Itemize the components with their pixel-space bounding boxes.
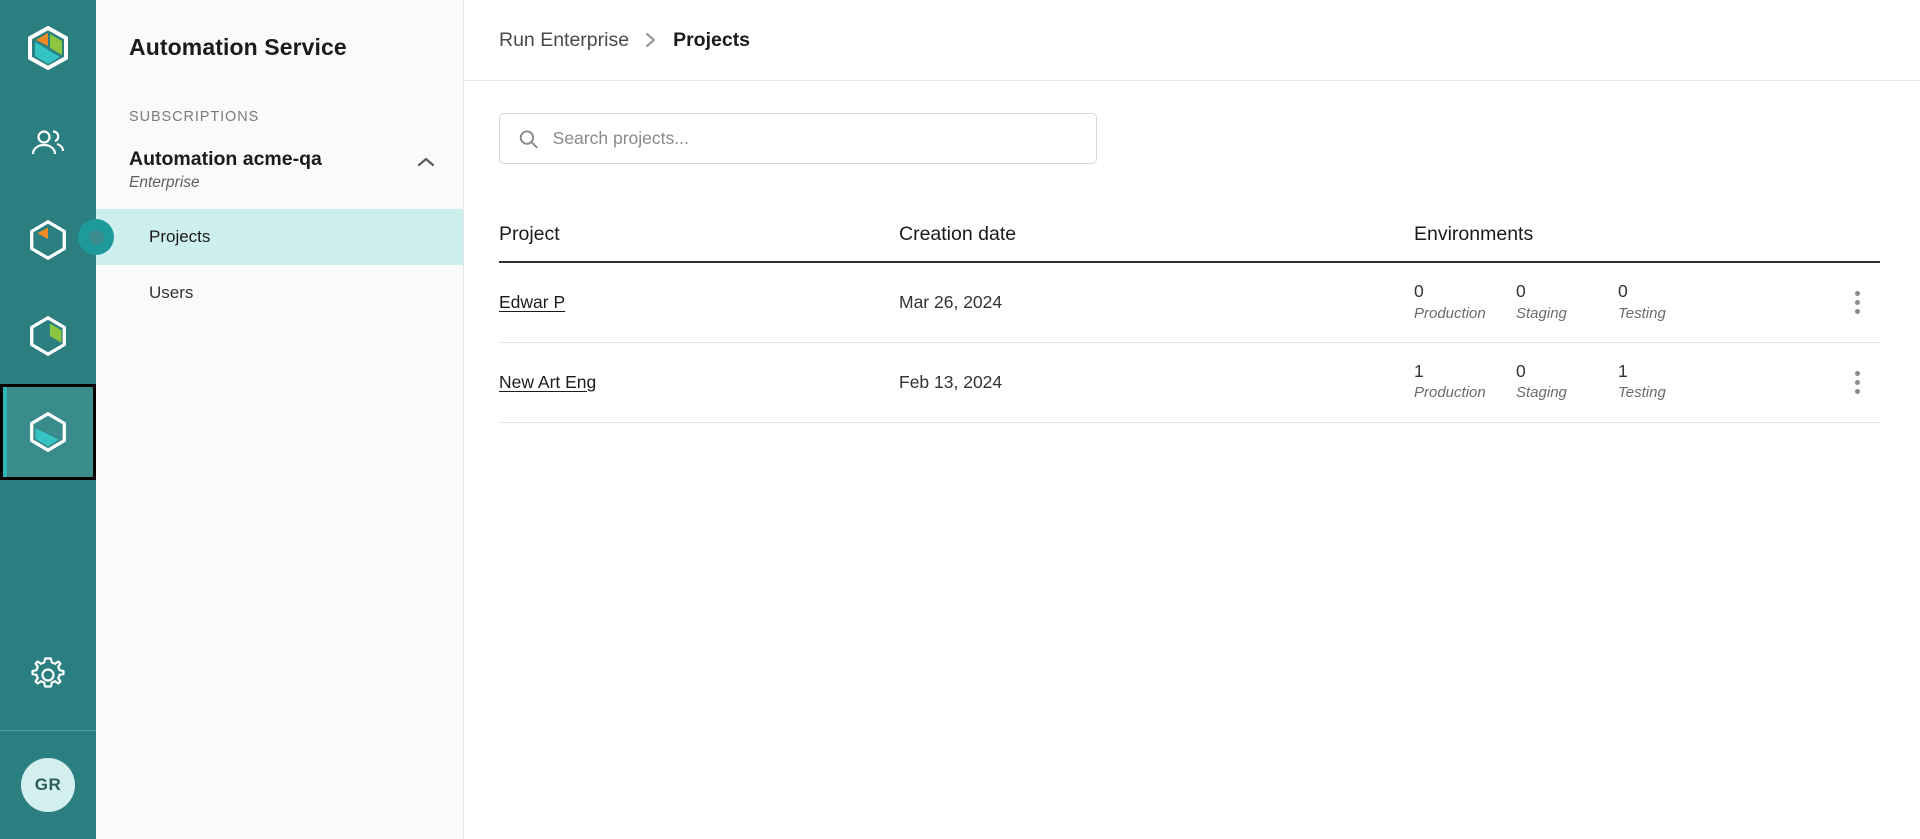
sidebar-item-projects[interactable]: Projects (78, 209, 463, 266)
kebab-dot (1854, 379, 1860, 385)
table-header-row: Project Creation date Environments (499, 223, 1880, 263)
content-inner: Project Creation date Environments Edwar… (464, 81, 1920, 423)
rail-item-list (0, 96, 96, 480)
environment-testing: 1 Testing (1618, 361, 1720, 402)
environment-label: Production (1414, 384, 1486, 402)
environment-production: 0 Production (1414, 282, 1516, 322)
search-icon (519, 129, 538, 148)
kebab-menu-icon[interactable] (1834, 370, 1880, 394)
settings-button[interactable] (0, 620, 96, 730)
kebab-dot (1854, 370, 1860, 376)
table-header: Project Creation date Environments (499, 223, 1880, 263)
app-root: GR Automation Service SUBSCRIPTIONS Auto… (0, 0, 1920, 839)
collapse-toggle[interactable] (417, 155, 435, 173)
secondary-nav: Automation Service SUBSCRIPTIONS Automat… (78, 0, 464, 839)
cell-creation-date: Mar 26, 2024 (899, 262, 1414, 343)
environment-count: 0 (1516, 361, 1526, 382)
main-content: Run Enterprise Projects Search projects.… (464, 0, 1920, 839)
kebab-menu-icon[interactable] (1834, 290, 1880, 314)
cell-creation-date: Feb 13, 2024 (899, 342, 1414, 423)
environment-count: 1 (1618, 361, 1628, 382)
kebab-dot (1854, 299, 1860, 305)
active-indicator-icon (78, 219, 114, 256)
cell-environments: 0 Production 0 Staging 0 Testing (1414, 262, 1834, 343)
column-header-creation-date: Creation date (899, 223, 1414, 263)
environment-testing: 0 Testing (1618, 282, 1720, 322)
hexagon-green-icon (30, 315, 66, 357)
kebab-dot (1854, 308, 1860, 314)
subscription-text: Automation acme-qa Enterprise (129, 147, 322, 192)
content-area: Project Creation date Environments Edwar… (464, 81, 1920, 423)
project-link[interactable]: Edwar P (499, 292, 565, 312)
environment-list: 1 Production 0 Staging 1 Testing (1414, 361, 1834, 402)
environment-count: 0 (1516, 281, 1526, 302)
environment-staging: 0 Staging (1516, 282, 1618, 322)
sidebar-item-label: Users (149, 283, 194, 303)
chevron-right-icon (645, 32, 656, 48)
nav-link-list: Projects Users (78, 209, 463, 321)
environment-count: 0 (1414, 281, 1424, 302)
cell-project: Edwar P (499, 262, 899, 343)
rail-item-automation-service[interactable] (0, 384, 96, 480)
table-row: Edwar P Mar 26, 2024 0 Production 0 Stag… (499, 262, 1880, 343)
column-header-project: Project (499, 223, 899, 263)
breadcrumb-parent[interactable]: Run Enterprise (499, 29, 629, 52)
environment-staging: 0 Staging (1516, 361, 1618, 402)
avatar[interactable]: GR (21, 758, 75, 812)
cell-row-menu (1834, 262, 1880, 343)
table-body: Edwar P Mar 26, 2024 0 Production 0 Stag… (499, 262, 1880, 423)
environment-label: Production (1414, 304, 1486, 322)
app-logo[interactable] (0, 0, 96, 96)
sidebar-item-label: Projects (149, 227, 211, 247)
rail-item-catalog[interactable] (0, 288, 96, 384)
kebab-dot (1854, 290, 1860, 296)
breadcrumb-current: Projects (673, 28, 751, 51)
cell-environments: 1 Production 0 Staging 1 Testing (1414, 342, 1834, 423)
environment-list: 0 Production 0 Staging 0 Testing (1414, 282, 1834, 322)
nav-section-label: SUBSCRIPTIONS (129, 109, 260, 125)
projects-table: Project Creation date Environments Edwar… (499, 223, 1880, 423)
sidebar-item-users[interactable]: Users (96, 265, 463, 321)
environment-count: 1 (1414, 361, 1424, 382)
table-row: New Art Eng Feb 13, 2024 1 Production 0 … (499, 342, 1880, 423)
kebab-dot (1854, 388, 1860, 394)
environment-count: 0 (1618, 281, 1628, 302)
cell-row-menu (1834, 342, 1880, 423)
environment-label: Testing (1618, 384, 1666, 402)
search-row (499, 81, 1890, 164)
page-title: Automation Service (129, 34, 347, 60)
subscription-group: Automation acme-qa Enterprise Projects U… (78, 147, 463, 321)
users-group-icon (31, 130, 65, 155)
breadcrumb-bar: Run Enterprise Projects (464, 0, 1920, 81)
hexagon-logo-icon (28, 25, 68, 71)
hexagon-teal-icon (30, 411, 66, 453)
subscription-tier: Enterprise (129, 174, 200, 192)
rail-item-users[interactable] (0, 96, 96, 192)
hexagon-orange-icon (30, 219, 66, 261)
icon-rail: GR (0, 0, 96, 839)
cell-project: New Art Eng (499, 342, 899, 423)
breadcrumb: Run Enterprise Projects (464, 29, 750, 52)
environment-production: 1 Production (1414, 361, 1516, 402)
column-header-environments: Environments (1414, 223, 1880, 263)
environment-label: Staging (1516, 384, 1567, 402)
environment-label: Testing (1618, 304, 1666, 322)
avatar-wrapper: GR (0, 731, 96, 839)
gear-icon (31, 657, 65, 688)
project-link[interactable]: New Art Eng (499, 372, 596, 392)
chevron-up-icon (417, 157, 435, 167)
search-box[interactable] (499, 113, 1097, 164)
subscription-name: Automation acme-qa (129, 148, 322, 170)
environment-label: Staging (1516, 304, 1567, 322)
subscription-header[interactable]: Automation acme-qa Enterprise (96, 147, 463, 192)
breadcrumb-separator (644, 31, 658, 49)
search-input[interactable] (552, 128, 1082, 149)
